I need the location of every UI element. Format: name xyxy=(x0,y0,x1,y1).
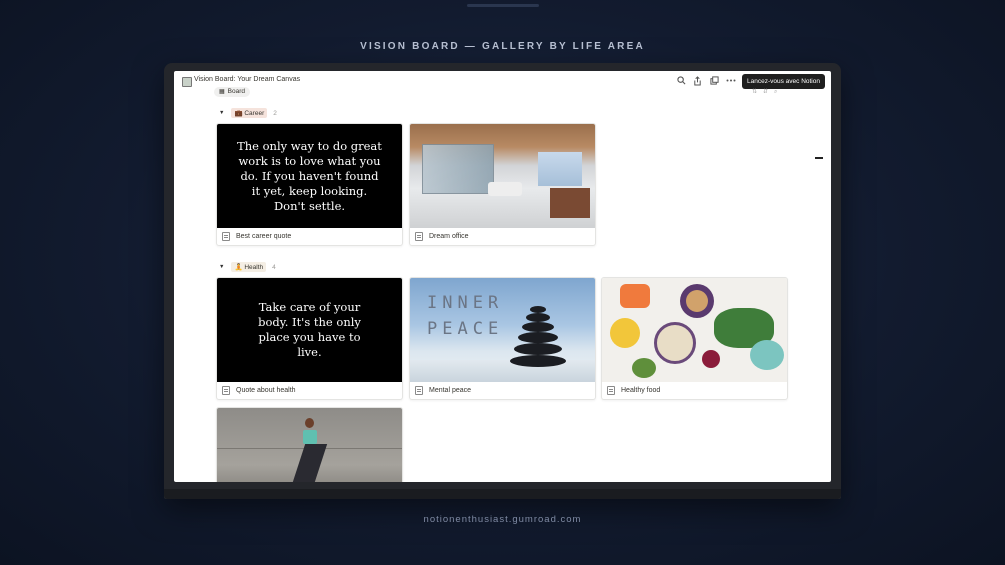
gallery-card[interactable]: Healthy food xyxy=(601,277,788,400)
veggies xyxy=(632,358,656,378)
card-title: Healthy food xyxy=(621,387,661,394)
card-cover-quote: Take care of your body. It's the only pl… xyxy=(217,278,402,382)
gallery-card[interactable]: INNER PEACE Mental peace xyxy=(409,277,596,400)
gallery-card[interactable] xyxy=(216,407,403,482)
gallery-card[interactable]: The only way to do great work is to love… xyxy=(216,123,403,246)
card-cover-zen-photo: INNER PEACE xyxy=(410,278,595,382)
page-icon xyxy=(222,386,230,395)
card-title-row: Healthy food xyxy=(602,382,787,399)
page-icon xyxy=(415,386,423,395)
more-icon[interactable] xyxy=(725,75,736,86)
card-title-row: Best career quote xyxy=(217,228,402,245)
tooltip: Lancez-vous avec Notion xyxy=(742,74,825,89)
group-emoji: 🧘 xyxy=(234,264,243,271)
stone xyxy=(514,343,562,355)
card-cover-runner-photo xyxy=(217,408,402,482)
group-header-health[interactable]: ▼ 🧘 Health 4 xyxy=(219,261,276,273)
card-cover-office-photo xyxy=(410,124,595,228)
page-icon xyxy=(415,232,423,241)
card-title: Quote about health xyxy=(236,387,296,394)
share-icon[interactable] xyxy=(692,75,703,86)
runner-legs xyxy=(292,444,328,482)
top-decoration xyxy=(467,4,539,7)
group-label: Health xyxy=(244,264,264,271)
office-glass-room xyxy=(422,144,494,194)
runner-head xyxy=(305,418,314,428)
beet xyxy=(702,350,720,368)
group-label: Career xyxy=(244,110,265,117)
salmon xyxy=(620,284,650,308)
search-icon[interactable] xyxy=(676,75,687,86)
office-desk xyxy=(550,188,590,218)
runner-top xyxy=(303,430,317,444)
bowl-grains xyxy=(654,322,696,364)
side-handle[interactable] xyxy=(815,157,823,159)
toggle-triangle-icon[interactable]: ▼ xyxy=(219,264,224,270)
lemon xyxy=(610,318,640,348)
card-cover-food-photo xyxy=(602,278,787,382)
bowl-nuts xyxy=(686,290,708,312)
page-icon xyxy=(182,77,192,87)
breadcrumb[interactable]: Vision Board: Your Dream Canvas xyxy=(194,76,300,83)
water xyxy=(410,360,595,382)
group-tag: 💼 Career xyxy=(231,108,268,118)
group-count: 4 xyxy=(272,263,276,271)
office-window xyxy=(538,152,582,186)
notion-window: Vision Board: Your Dream Canvas Lancez-v… xyxy=(174,71,831,482)
page-icon xyxy=(607,386,615,395)
promo-footer: notionenthusiast.gumroad.com xyxy=(423,514,582,525)
view-tab-board[interactable]: ▦ Board xyxy=(214,87,251,97)
topbar: Vision Board: Your Dream Canvas Lancez-v… xyxy=(174,71,831,91)
card-title: Dream office xyxy=(429,233,469,240)
office-sofa xyxy=(488,182,522,196)
stone xyxy=(530,306,546,313)
stone xyxy=(526,313,550,322)
laptop-base xyxy=(164,489,841,499)
promo-title: VISION BOARD — GALLERY BY LIFE AREA xyxy=(360,41,645,52)
group-header-career[interactable]: ▼ 💼 Career 2 xyxy=(219,107,277,119)
card-title-row: Mental peace xyxy=(410,382,595,399)
card-title: Mental peace xyxy=(429,387,472,394)
board-view-icon: ▦ xyxy=(219,89,225,95)
cover-text: INNER xyxy=(427,293,504,313)
card-title-row: Quote about health xyxy=(217,382,402,399)
group-emoji: 💼 xyxy=(234,110,243,117)
card-cover-quote: The only way to do great work is to love… xyxy=(217,124,402,228)
duplicate-icon[interactable] xyxy=(709,75,720,86)
gallery-card[interactable]: Take care of your body. It's the only pl… xyxy=(216,277,403,400)
card-title-row: Dream office xyxy=(410,228,595,245)
stone xyxy=(518,332,558,343)
database-tools[interactable]: ⇅⇵⌕ xyxy=(752,88,783,96)
stone xyxy=(522,322,554,332)
card-title: Best career quote xyxy=(236,233,292,240)
toggle-triangle-icon[interactable]: ▼ xyxy=(219,110,224,116)
stone xyxy=(510,355,566,367)
bowl-teal xyxy=(750,340,784,370)
page-icon xyxy=(222,232,230,241)
group-count: 2 xyxy=(273,109,277,117)
cover-text: PEACE xyxy=(427,319,504,339)
view-tab-label: Board xyxy=(227,88,246,95)
group-tag: 🧘 Health xyxy=(231,262,267,272)
gallery-card[interactable]: Dream office xyxy=(409,123,596,246)
